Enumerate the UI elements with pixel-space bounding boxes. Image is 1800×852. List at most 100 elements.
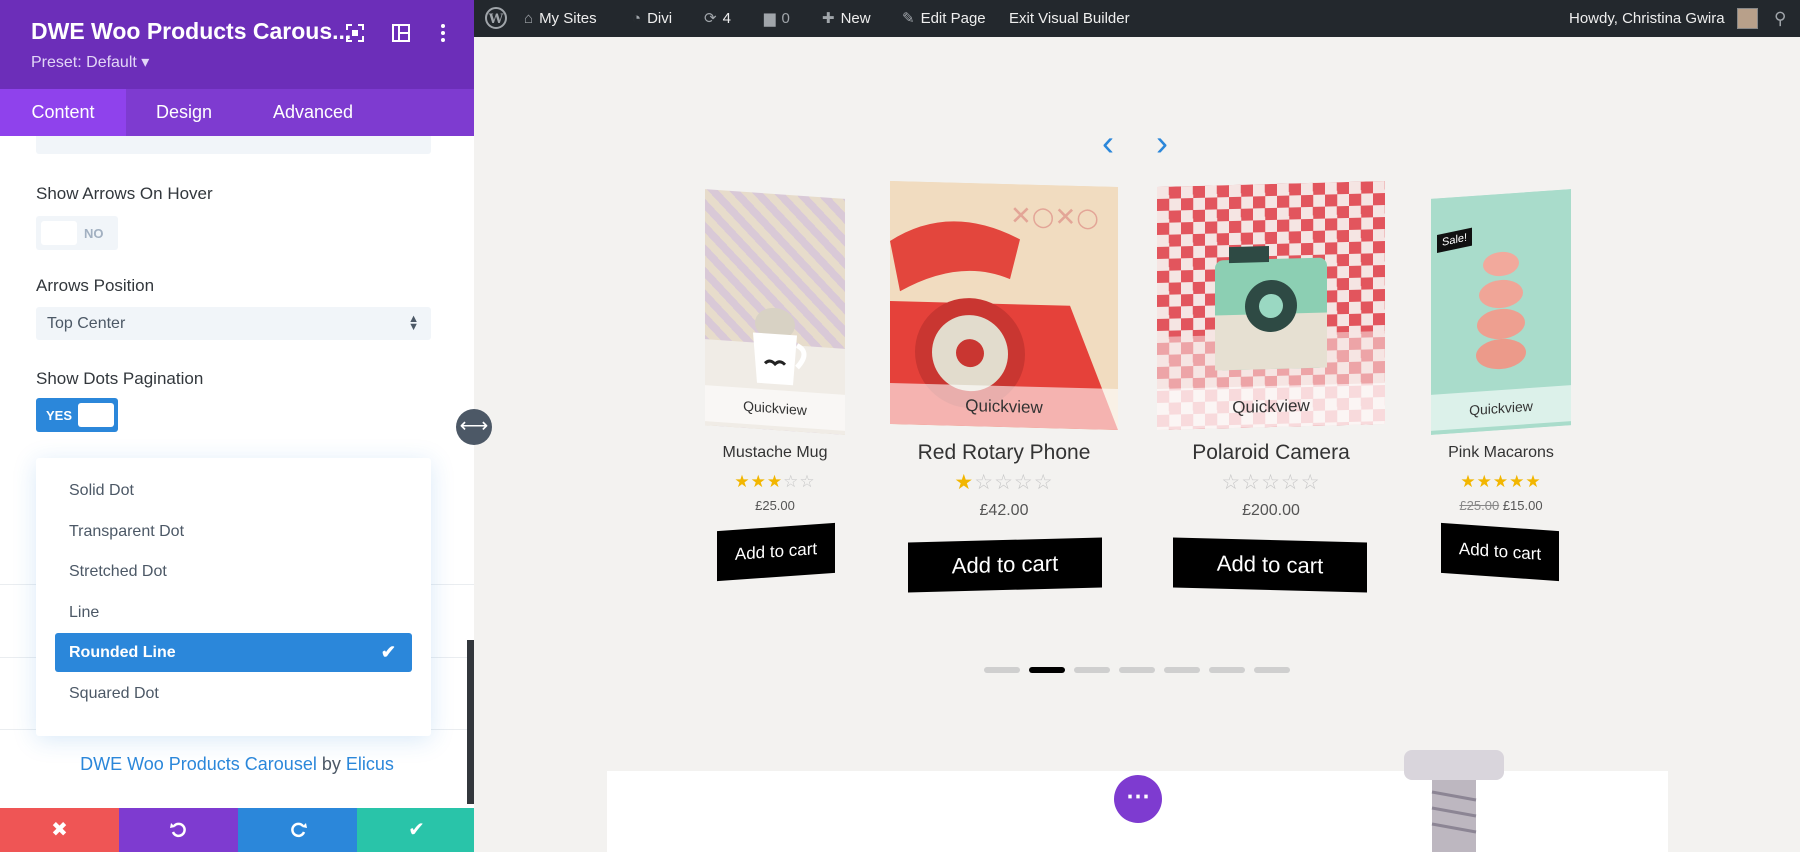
dots-style-option-selected[interactable]: Rounded Line ✔ [55,633,412,672]
layout-icon[interactable] [390,22,412,44]
show-dots-pagination-toggle[interactable]: YES [36,398,118,432]
wordpress-logo-icon[interactable]: W [484,0,508,37]
product-name[interactable]: Pink Macarons [1431,444,1571,462]
pagination-dot[interactable] [1254,667,1290,673]
product-name[interactable]: Polaroid Camera [1157,441,1385,465]
arrows-position-label: Arrows Position [36,276,155,295]
panel-tabs: Content Design Advanced [0,89,474,136]
pagination-dot[interactable] [984,667,1020,673]
new-link[interactable]: ✚ New [822,0,871,37]
product-image[interactable]: Quickview [1157,181,1385,430]
show-dots-pagination-label: Show Dots Pagination [36,369,204,388]
updates-count: 4 [722,10,731,27]
tab-content[interactable]: Content [0,89,126,136]
svg-text:W: W [488,12,504,27]
star-empty-icon: ☆ [1241,471,1262,494]
user-greeting[interactable]: Howdy, Christina Gwira [1569,0,1725,37]
new-label: New [840,10,871,27]
exit-visual-builder-link[interactable]: Exit Visual Builder [1009,0,1130,37]
pagination-dot[interactable] [1029,667,1065,673]
fullscreen-icon[interactable] [344,22,366,44]
dashboard-icon: ◔ [632,10,642,27]
pagination-dot[interactable] [1119,667,1155,673]
add-to-cart-button[interactable]: Add to cart [908,537,1102,593]
product-name[interactable]: Red Rotary Phone [890,441,1118,465]
dots-style-dropdown: Solid Dot Transparent Dot Stretched Dot … [36,458,431,736]
product-price: £25.00 [705,498,845,513]
dots-style-option[interactable]: Stretched Dot [55,552,412,591]
add-to-cart-button[interactable]: Add to cart [1173,537,1367,593]
carousel-prev-arrow-icon[interactable]: ‹ [1102,125,1114,161]
dots-style-option[interactable]: Solid Dot [55,471,412,510]
updates-link[interactable]: ⟳ 4 [704,0,731,37]
more-options-icon[interactable] [432,22,454,44]
star-empty-icon: ☆ [994,471,1014,494]
product-card: Quickview Mustache Mug ★★★☆☆ £25.00 Add … [705,189,845,634]
product-card: ✕○✕○ Quickview Red Rotary Phone ★☆☆☆☆ £4… [890,181,1118,634]
pagination-dot[interactable] [1209,667,1245,673]
star-filled-icon: ★ [734,472,751,491]
product-image[interactable]: Quickview [705,189,845,435]
star-filled-icon: ★ [750,472,767,491]
toggle-state: YES [46,408,73,423]
divi-link[interactable]: ◔ Divi [632,0,672,37]
redo-button[interactable] [238,808,357,852]
preset-selector[interactable]: Preset: Default ▾ [31,52,149,72]
panel-header: DWE Woo Products Carous... Preset: Defau… [0,0,474,89]
comments-link[interactable]: ▆ 0 [764,0,790,37]
star-filled-icon: ★ [1525,472,1542,491]
star-empty-icon: ☆ [799,472,816,491]
save-button[interactable]: ✔ [357,808,474,852]
undo-button[interactable] [119,808,238,852]
add-to-cart-button[interactable]: Add to cart [717,522,835,582]
star-empty-icon: ☆ [1033,471,1054,494]
product-card: Quickview Polaroid Camera ☆☆☆☆☆ £200.00 … [1157,181,1385,634]
comment-icon: ▆ [764,10,776,27]
product-name[interactable]: Mustache Mug [705,444,845,462]
star-empty-icon: ☆ [1300,471,1321,494]
product-card: Quickview Sale! Pink Macarons ★★★★★ £25.… [1431,189,1571,634]
dots-style-option[interactable]: Squared Dot [55,674,412,713]
rating-stars: ★★★★★ [1431,472,1571,492]
quickview-button[interactable]: Quickview [890,383,1118,430]
panel-title: DWE Woo Products Carous... [31,18,352,44]
product-price: £42.00 [890,502,1118,520]
product-image[interactable]: Quickview Sale! [1431,189,1571,435]
tab-design[interactable]: Design [126,89,242,136]
arrow-icon-picker[interactable] [36,136,431,154]
option-label: Rounded Line [69,644,176,661]
product-image[interactable]: ✕○✕○ Quickview [890,181,1118,430]
pencil-icon: ✎ [902,10,915,27]
add-to-cart-button[interactable]: Add to cart [1441,522,1559,582]
more-options-button[interactable]: ⋯ [1114,775,1162,823]
avatar[interactable] [1737,8,1758,29]
search-icon[interactable]: ⚲ [1774,0,1786,37]
quickview-button[interactable]: Quickview [1157,383,1385,430]
star-filled-icon: ★ [1492,472,1510,491]
svg-text:✕○✕○: ✕○✕○ [1010,201,1099,233]
star-empty-icon: ☆ [1280,471,1301,494]
wordpress-icon: W [485,7,507,29]
author-link[interactable]: Elicus [346,754,394,774]
arrows-position-select[interactable]: Top Center ▲ ▼ [36,307,431,340]
resize-handle-icon[interactable]: ⟷ [456,409,492,445]
tab-advanced[interactable]: Advanced [248,89,378,136]
module-link[interactable]: DWE Woo Products Carousel [80,754,317,774]
star-empty-icon: ☆ [1013,471,1034,494]
carousel-next-arrow-icon[interactable]: › [1156,125,1168,161]
pagination-dot[interactable] [1164,667,1200,673]
star-filled-icon: ★ [1460,472,1477,491]
dots-style-option[interactable]: Line [55,593,412,632]
show-arrows-on-hover-toggle[interactable]: NO [36,216,118,250]
star-filled-icon: ★ [1509,472,1526,491]
star-empty-icon: ☆ [1261,471,1281,494]
product-price: £25.00 £15.00 [1431,498,1571,513]
panel-scrollbar[interactable] [467,640,474,804]
edit-page-link[interactable]: ✎ Edit Page [902,0,986,37]
my-sites-link[interactable]: ⌂ My Sites [524,0,597,37]
discard-button[interactable]: ✖ [0,808,119,852]
current-price: £42.00 [979,502,1029,519]
pagination-dot[interactable] [1074,667,1110,673]
dots-style-option[interactable]: Transparent Dot [55,512,412,551]
edit-page-label: Edit Page [920,10,986,27]
